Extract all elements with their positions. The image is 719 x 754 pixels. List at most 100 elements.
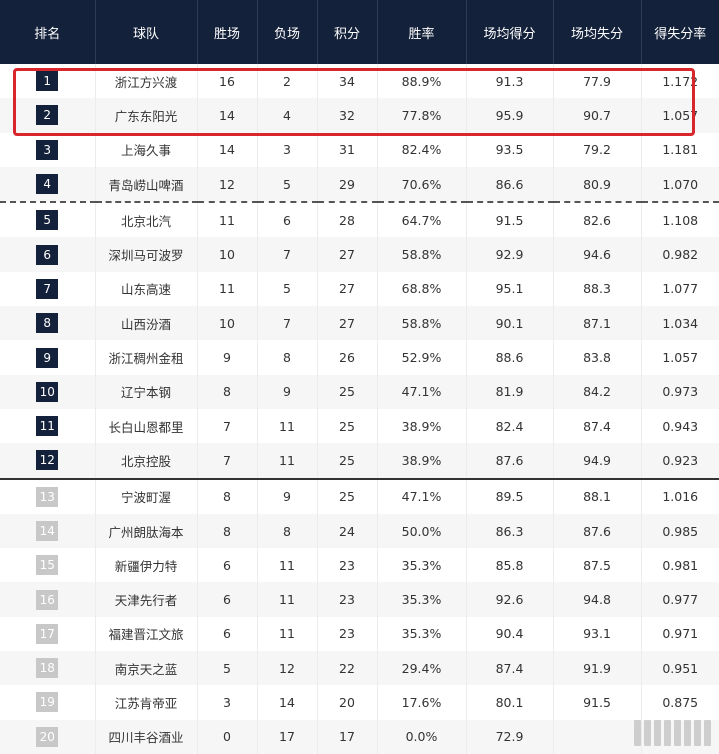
wins-cell: 5 [197, 651, 258, 686]
points-cell: 34 [317, 64, 378, 99]
team-name: 天津先行者 [95, 582, 198, 617]
wins-cell: 8 [197, 374, 258, 409]
table-row[interactable]: 13 宁波町渥 8 9 25 47.1% 89.5 88.1 1.016 [0, 477, 719, 514]
opp-ppg-cell: 94.6 [553, 237, 642, 272]
rank-badge: 14 [36, 521, 59, 541]
table-row[interactable]: 6 深圳马可波罗 10 7 27 58.8% 92.9 94.6 0.982 [0, 237, 719, 272]
table-row[interactable]: 12 北京控股 7 11 25 38.9% 87.6 94.9 0.923 [0, 443, 719, 479]
ratio-cell: 1.108 [641, 201, 719, 238]
table-header-row: 排名 球队 胜场 负场 积分 胜率 场均得分 场均失分 得失分率 [0, 0, 719, 64]
losses-cell: 11 [257, 408, 318, 444]
rank-badge: 18 [36, 658, 59, 679]
opp-ppg-cell [553, 719, 642, 754]
header-wins[interactable]: 胜场 [197, 0, 258, 64]
table-row[interactable]: 7 山东高速 11 5 27 68.8% 95.1 88.3 1.077 [0, 271, 719, 307]
header-ratio[interactable]: 得失分率 [641, 0, 719, 64]
rank-cell: 2 [0, 98, 96, 133]
table-row[interactable]: 11 长白山恩都里 7 11 25 38.9% 82.4 87.4 0.943 [0, 408, 719, 444]
ratio-cell: 0.973 [641, 374, 719, 409]
rank-cell: 1 [0, 64, 96, 99]
wins-cell: 6 [197, 616, 258, 652]
wins-cell: 6 [197, 582, 258, 617]
header-ppg[interactable]: 场均得分 [466, 0, 554, 64]
ratio-cell: 1.057 [641, 340, 719, 375]
losses-cell: 11 [257, 616, 318, 652]
header-rank[interactable]: 排名 [0, 0, 96, 64]
table-row[interactable]: 16 天津先行者 6 11 23 35.3% 92.6 94.8 0.977 [0, 582, 719, 617]
ratio-cell: 0.923 [641, 443, 719, 479]
ppg-cell: 87.6 [466, 443, 554, 479]
wins-cell: 7 [197, 443, 258, 479]
team-name: 山西汾酒 [95, 306, 198, 341]
wins-cell: 9 [197, 340, 258, 375]
table-row[interactable]: 5 北京北汽 11 6 28 64.7% 91.5 82.6 1.108 [0, 201, 719, 238]
table-row[interactable]: 18 南京天之蓝 5 12 22 29.4% 87.4 91.9 0.951 [0, 651, 719, 686]
win-pct-cell: 35.3% [377, 548, 467, 583]
header-team[interactable]: 球队 [95, 0, 198, 64]
header-losses[interactable]: 负场 [257, 0, 318, 64]
points-cell: 25 [317, 477, 378, 514]
win-pct-cell: 17.6% [377, 685, 467, 720]
rank-badge: 9 [36, 347, 59, 368]
losses-cell: 4 [257, 98, 318, 133]
losses-cell: 5 [257, 166, 318, 203]
table-row[interactable]: 14 广州朗肽海本 8 8 24 50.0% 86.3 87.6 0.985 [0, 513, 719, 549]
table-row[interactable]: 15 新疆伊力特 6 11 23 35.3% 85.8 87.5 0.981 [0, 548, 719, 583]
ratio-cell: 1.034 [641, 306, 719, 341]
rank-cell: 18 [0, 651, 96, 686]
points-cell: 25 [317, 443, 378, 479]
points-cell: 32 [317, 98, 378, 133]
rank-badge: 7 [36, 278, 59, 299]
points-cell: 27 [317, 237, 378, 272]
team-name: 浙江稠州金租 [95, 340, 198, 375]
table-row[interactable]: 17 福建晋江文旅 6 11 23 35.3% 90.4 93.1 0.971 [0, 616, 719, 652]
rank-cell: 4 [0, 166, 96, 203]
table-row[interactable]: 8 山西汾酒 10 7 27 58.8% 90.1 87.1 1.034 [0, 306, 719, 341]
points-cell: 29 [317, 166, 378, 203]
rank-cell: 5 [0, 201, 96, 238]
losses-cell: 7 [257, 237, 318, 272]
standings-body: 1 浙江方兴渡 16 2 34 88.9% 91.3 77.9 1.172 2 广东东阳光 14 4 32… [0, 64, 719, 754]
rank-cell: 3 [0, 132, 96, 167]
rank-badge: 2 [36, 105, 59, 126]
table-row[interactable]: 20 四川丰谷酒业 0 17 17 0.0% 72.9 [0, 719, 719, 754]
table-row[interactable]: 4 青岛崂山啤酒 12 5 29 70.6% 86.6 80.9 1.070 [0, 166, 719, 203]
table-row[interactable]: 10 辽宁本钢 8 9 25 47.1% 81.9 84.2 0.973 [0, 374, 719, 409]
table-row[interactable]: 2 广东东阳光 14 4 32 77.8% 95.9 90.7 1.057 [0, 98, 719, 133]
wins-cell: 14 [197, 98, 258, 133]
header-opp-ppg[interactable]: 场均失分 [553, 0, 642, 64]
team-name: 青岛崂山啤酒 [95, 166, 198, 203]
ratio-cell: 1.057 [641, 98, 719, 133]
points-cell: 23 [317, 582, 378, 617]
opp-ppg-cell: 91.9 [553, 651, 642, 686]
table-row[interactable]: 19 江苏肯帝亚 3 14 20 17.6% 80.1 91.5 0.875 [0, 685, 719, 720]
ppg-cell: 93.5 [466, 132, 554, 167]
losses-cell: 8 [257, 513, 318, 549]
rank-cell: 10 [0, 374, 96, 409]
rank-cell: 17 [0, 616, 96, 652]
ppg-cell: 86.6 [466, 166, 554, 203]
rank-badge: 10 [36, 381, 59, 402]
win-pct-cell: 64.7% [377, 201, 467, 238]
team-name: 北京北汽 [95, 201, 198, 238]
table-row[interactable]: 9 浙江稠州金租 9 8 26 52.9% 88.6 83.8 1.057 [0, 340, 719, 375]
rank-cell: 14 [0, 513, 96, 549]
header-win-pct[interactable]: 胜率 [377, 0, 467, 64]
points-cell: 23 [317, 616, 378, 652]
wins-cell: 6 [197, 548, 258, 583]
table-row[interactable]: 1 浙江方兴渡 16 2 34 88.9% 91.3 77.9 1.172 [0, 64, 719, 99]
opp-ppg-cell: 88.1 [553, 477, 642, 514]
table-row[interactable]: 3 上海久事 14 3 31 82.4% 93.5 79.2 1.181 [0, 132, 719, 167]
team-name: 宁波町渥 [95, 477, 198, 514]
rank-cell: 13 [0, 477, 96, 514]
ppg-cell: 92.6 [466, 582, 554, 617]
team-name: 福建晋江文旅 [95, 616, 198, 652]
win-pct-cell: 35.3% [377, 616, 467, 652]
ratio-cell: 1.016 [641, 477, 719, 514]
rank-cell: 20 [0, 719, 96, 754]
win-pct-cell: 38.9% [377, 408, 467, 444]
header-points[interactable]: 积分 [317, 0, 378, 64]
win-pct-cell: 0.0% [377, 719, 467, 754]
rank-cell: 9 [0, 340, 96, 375]
losses-cell: 6 [257, 201, 318, 238]
